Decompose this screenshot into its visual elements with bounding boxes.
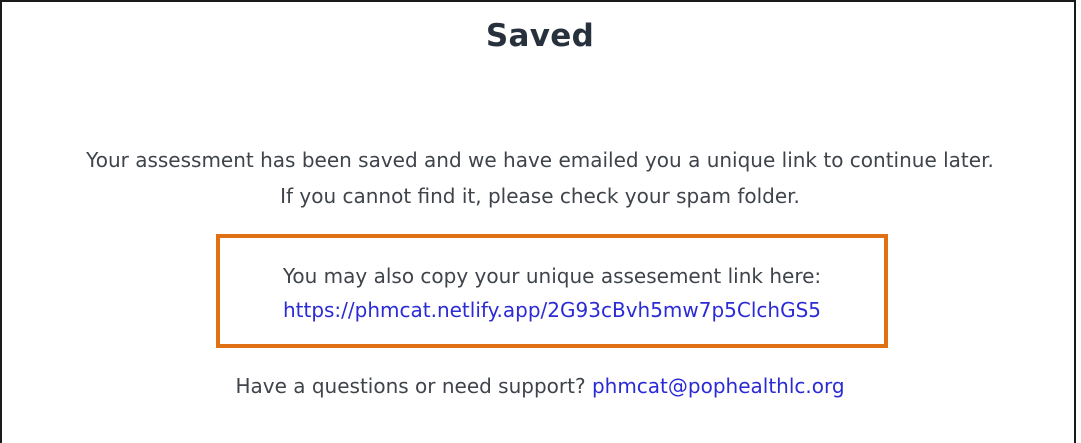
support-email-link[interactable]: phmcat@pophealthlc.org	[592, 374, 845, 398]
support-line: Have a questions or need support? phmcat…	[2, 368, 1078, 404]
saved-message-line-2: If you cannot find it, please check your…	[280, 184, 800, 208]
copy-link-label: You may also copy your unique assesement…	[282, 264, 822, 288]
assessment-link[interactable]: https://phmcat.netlify.app/2G93cBvh5mw7p…	[283, 293, 821, 327]
saved-message-line-1: Your assessment has been saved and we ha…	[86, 148, 994, 172]
assessment-link-box: You may also copy your unique assesement…	[216, 234, 888, 348]
page-title: Saved	[485, 18, 595, 54]
support-text: Have a questions or need support?	[235, 374, 586, 398]
saved-message: Your assessment has been saved and we ha…	[2, 142, 1078, 214]
page-frame: Saved Your assessment has been saved and…	[0, 0, 1076, 443]
